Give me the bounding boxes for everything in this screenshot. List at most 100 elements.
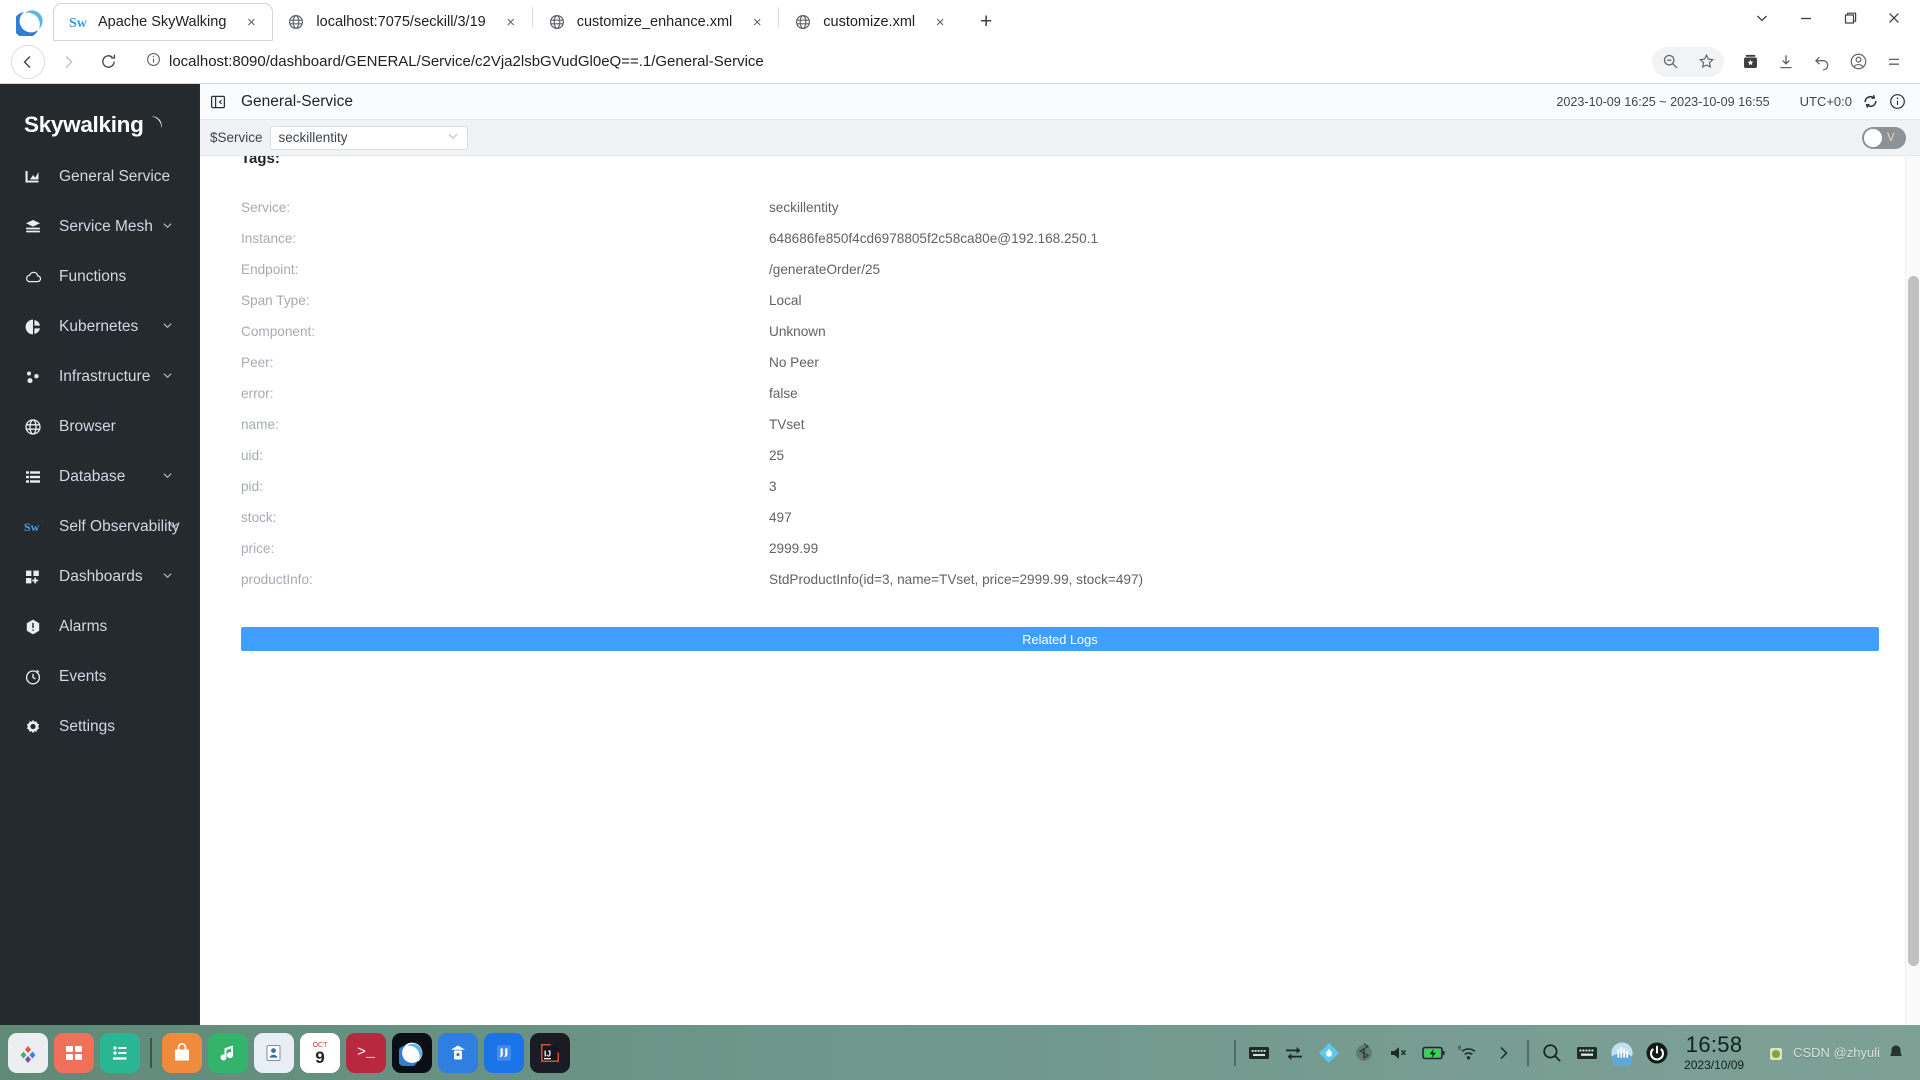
- maximize-button[interactable]: [1828, 2, 1872, 34]
- search-icon[interactable]: [1540, 1039, 1564, 1067]
- skywalking-logo[interactable]: Skywalking: [0, 98, 199, 152]
- filter-right-group: V: [1862, 126, 1906, 149]
- view-mode-toggle[interactable]: V: [1862, 126, 1906, 149]
- sidebar-item-self-observability[interactable]: Sw Self Observability: [0, 502, 199, 552]
- battery-charging-icon[interactable]: [1422, 1039, 1446, 1067]
- service-select[interactable]: seckillentity: [269, 125, 468, 150]
- taskbar-app-contacts[interactable]: [254, 1032, 294, 1073]
- chevron-down-icon[interactable]: [162, 470, 173, 484]
- sidebar: Skywalking General Service Service Mesh …: [0, 84, 199, 1036]
- chevron-down-icon[interactable]: [168, 520, 179, 534]
- sidebar-item-alarms[interactable]: Alarms: [0, 602, 199, 652]
- collapse-panel-icon[interactable]: [210, 94, 230, 110]
- clipboard-tool-icon[interactable]: [1317, 1039, 1341, 1067]
- sidebar-item-kubernetes[interactable]: Kubernetes: [0, 302, 199, 352]
- sidebar-item-settings[interactable]: Settings: [0, 702, 199, 752]
- chevron-down-icon[interactable]: [162, 570, 173, 584]
- sound-visualizer-icon[interactable]: [1610, 1039, 1634, 1067]
- taskbar-app-terminal[interactable]: >_: [346, 1032, 386, 1073]
- taskbar-app-launcher[interactable]: [8, 1032, 48, 1073]
- tab-close-button[interactable]: ×: [240, 11, 262, 33]
- page-title: General-Service: [241, 92, 353, 110]
- vertical-scrollbar[interactable]: [1905, 156, 1920, 1036]
- scrollbar-thumb[interactable]: [1908, 276, 1919, 966]
- taskbar-app-notes[interactable]: [484, 1032, 524, 1073]
- table-row: Instance: 648686fe850f4cd6978805f2c58ca8…: [241, 223, 1896, 254]
- taskbar-clock[interactable]: 16:58 2023/10/09: [1684, 1034, 1744, 1072]
- taskbar-app-calendar[interactable]: OCT 9: [300, 1032, 340, 1073]
- minimize-button[interactable]: [1784, 2, 1828, 34]
- related-logs-button[interactable]: Related Logs: [241, 627, 1879, 651]
- reload-button[interactable]: [91, 45, 125, 79]
- browser-toolbar: localhost:8090/dashboard/GENERAL/Service…: [0, 40, 1920, 84]
- sidebar-item-service-mesh[interactable]: Service Mesh: [0, 202, 199, 252]
- taskbar-system-tray: 6 16:58 2023/10/09 CSDN @zhyuli: [1234, 1034, 1912, 1071]
- tab-close-button[interactable]: ×: [746, 11, 768, 33]
- taskbar-app-store[interactable]: [162, 1032, 202, 1073]
- collections-icon[interactable]: [1732, 45, 1768, 79]
- sidebar-item-dashboards[interactable]: Dashboards: [0, 552, 199, 602]
- onscreen-keyboard-icon[interactable]: [1575, 1039, 1599, 1067]
- sidebar-item-infrastructure[interactable]: Infrastructure: [0, 352, 199, 402]
- chevron-down-icon[interactable]: [162, 320, 173, 334]
- browser-tab-3[interactable]: customize.xml ×: [779, 4, 962, 40]
- profile-icon[interactable]: [1840, 45, 1876, 79]
- tab-close-button[interactable]: ×: [929, 11, 951, 33]
- network-transfer-icon[interactable]: [1282, 1039, 1306, 1067]
- content-scroll-area[interactable]: Tags: Service: seckillentity Instance: 6…: [200, 156, 1920, 1036]
- bluetooth-icon[interactable]: [1352, 1039, 1376, 1067]
- table-row: uid: 25: [241, 440, 1896, 471]
- power-icon[interactable]: [1645, 1039, 1669, 1067]
- forward-button[interactable]: [51, 45, 85, 79]
- downloads-icon[interactable]: [1768, 45, 1804, 79]
- table-row: stock: 497: [241, 502, 1896, 533]
- tab-title: localhost:7075/seckill/3/19: [316, 14, 486, 30]
- browser-tab-2[interactable]: customize_enhance.xml ×: [532, 4, 779, 40]
- address-bar[interactable]: localhost:8090/dashboard/GENERAL/Service…: [136, 45, 1644, 78]
- bookmark-star-icon[interactable]: [1688, 45, 1724, 79]
- row-value: 25: [769, 448, 785, 463]
- tab-close-button[interactable]: ×: [500, 11, 522, 33]
- new-tab-button[interactable]: +: [971, 7, 1001, 37]
- row-key: stock:: [241, 510, 277, 525]
- sidebar-item-label: Self Observability: [59, 518, 180, 535]
- taskbar-app-dashboard[interactable]: [54, 1032, 94, 1073]
- skywalking-favicon: Sw: [68, 12, 88, 32]
- filter-bar: $Service seckillentity V: [200, 120, 1920, 156]
- taskbar-app-intellij[interactable]: IJ: [530, 1032, 570, 1073]
- sidebar-item-general-service[interactable]: General Service: [0, 152, 199, 202]
- sidebar-item-database[interactable]: Database: [0, 452, 199, 502]
- chevron-down-icon[interactable]: [447, 130, 459, 145]
- taskbar-app-mail[interactable]: [438, 1032, 478, 1073]
- chevron-down-icon[interactable]: [1740, 2, 1784, 34]
- history-back-arrow-icon[interactable]: [1804, 45, 1840, 79]
- info-icon[interactable]: [1889, 93, 1906, 110]
- sidebar-item-label: General Service: [59, 168, 171, 185]
- taskbar-app-browser[interactable]: [392, 1032, 432, 1073]
- sidebar-item-browser[interactable]: Browser: [0, 402, 199, 452]
- back-button[interactable]: [11, 44, 45, 79]
- sidebar-item-functions[interactable]: Functions: [0, 252, 199, 302]
- browser-menu-icon[interactable]: [1876, 45, 1912, 79]
- refresh-icon[interactable]: [1862, 93, 1879, 110]
- close-window-button[interactable]: [1872, 2, 1916, 34]
- svg-text:6: 6: [1458, 1046, 1462, 1052]
- sidebar-item-events[interactable]: Events: [0, 652, 199, 702]
- wifi-icon[interactable]: 6: [1457, 1039, 1481, 1067]
- zoom-out-icon[interactable]: [1652, 45, 1688, 79]
- site-info-icon[interactable]: [146, 52, 161, 72]
- chevron-down-icon[interactable]: [162, 220, 173, 234]
- volume-muted-icon[interactable]: [1387, 1039, 1411, 1067]
- time-range-text[interactable]: 2023-10-09 16:25 ~ 2023-10-09 16:55: [1556, 95, 1769, 109]
- timezone-label: UTC+0:0: [1799, 94, 1852, 109]
- taskbar-app-music[interactable]: [208, 1032, 248, 1073]
- browser-tab-0[interactable]: Sw Apache SkyWalking ×: [54, 4, 273, 40]
- table-row: price: 2999.99: [241, 533, 1896, 564]
- taskbar-app-files[interactable]: [100, 1032, 140, 1073]
- chevron-down-icon[interactable]: [162, 370, 173, 384]
- tray-expand-icon[interactable]: [1492, 1039, 1516, 1067]
- tags-key-value-table: Service: seckillentity Instance: 648686f…: [224, 192, 1896, 595]
- browser-tab-1[interactable]: localhost:7075/seckill/3/19 ×: [272, 4, 532, 40]
- keyboard-layout-icon[interactable]: [1247, 1039, 1271, 1067]
- svg-text:Sw: Sw: [69, 16, 87, 31]
